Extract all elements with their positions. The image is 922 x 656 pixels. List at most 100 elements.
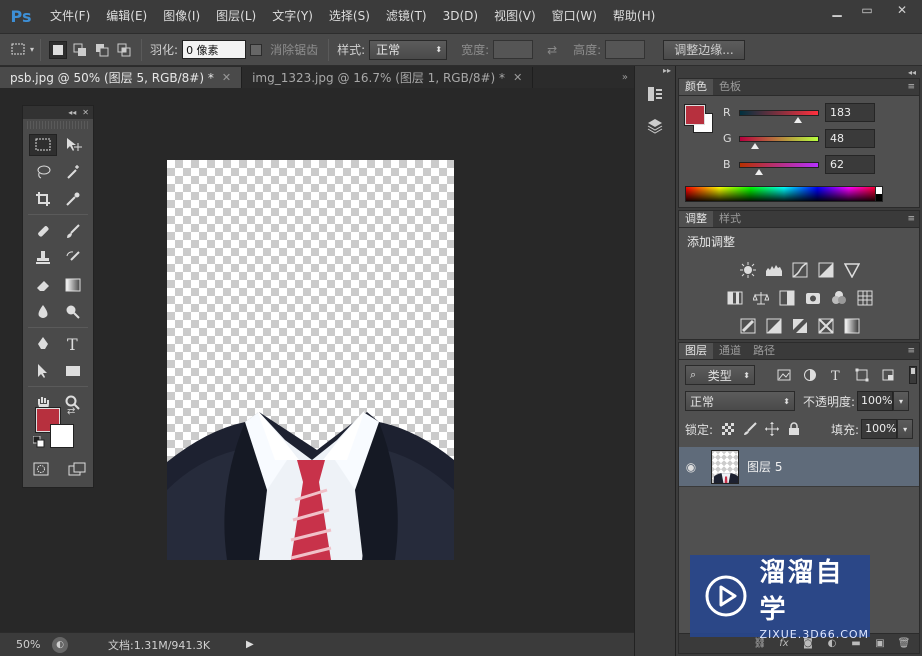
- eraser-tool-icon[interactable]: [29, 274, 57, 296]
- lock-all-icon[interactable]: [785, 420, 803, 438]
- r-slider-thumb[interactable]: [794, 116, 802, 123]
- panel-grip[interactable]: [27, 121, 89, 129]
- doc-tab-img1323[interactable]: img_1323.jpg @ 16.7% (图层 1, RGB/8#) * ✕: [242, 67, 534, 88]
- intersect-selection-icon[interactable]: [115, 41, 133, 59]
- foreground-color-swatch[interactable]: [685, 105, 705, 125]
- filter-toggle[interactable]: [909, 366, 917, 384]
- channel-mixer-icon[interactable]: [830, 289, 848, 307]
- rectangle-tool-icon[interactable]: [59, 360, 87, 382]
- black-white-icon[interactable]: [778, 289, 796, 307]
- color-lookup-icon[interactable]: [856, 289, 874, 307]
- delete-layer-icon[interactable]: 🗑: [897, 638, 911, 650]
- status-menu-arrow-icon[interactable]: ▶: [246, 639, 254, 650]
- color-balance-icon[interactable]: [752, 289, 770, 307]
- magic-wand-tool-icon[interactable]: [59, 161, 87, 183]
- blur-tool-icon[interactable]: [29, 301, 57, 323]
- minimize-button[interactable]: ▁: [822, 0, 852, 20]
- curves-icon[interactable]: [791, 261, 809, 279]
- filter-shape-icon[interactable]: [853, 366, 871, 384]
- eyedropper-tool-icon[interactable]: [59, 188, 87, 210]
- filter-type-icon[interactable]: T: [827, 366, 845, 384]
- collapse-icon[interactable]: ▸▸: [635, 66, 675, 76]
- swap-dimensions-icon[interactable]: ⇄: [543, 41, 561, 59]
- path-selection-tool-icon[interactable]: [29, 360, 57, 382]
- gradient-tool-icon[interactable]: [59, 274, 87, 296]
- threshold-icon[interactable]: [791, 317, 809, 335]
- close-icon[interactable]: ✕: [222, 71, 231, 84]
- style-select[interactable]: 正常 ⬍: [369, 39, 448, 60]
- photo-filter-icon[interactable]: [804, 289, 822, 307]
- screen-mode-icon[interactable]: [63, 458, 91, 480]
- lock-position-icon[interactable]: [763, 420, 781, 438]
- restore-button[interactable]: ▭: [852, 0, 882, 20]
- width-input[interactable]: [493, 40, 534, 59]
- b-slider[interactable]: [739, 161, 819, 175]
- blend-mode-select[interactable]: 正常 ⬍: [685, 391, 795, 411]
- feather-input[interactable]: 0 像素: [182, 40, 247, 59]
- tab-channels[interactable]: 通道: [713, 343, 747, 359]
- move-tool-icon[interactable]: [59, 134, 87, 156]
- chevron-down-icon[interactable]: ▾: [30, 45, 34, 54]
- add-selection-icon[interactable]: [71, 41, 89, 59]
- lock-pixels-icon[interactable]: [741, 420, 759, 438]
- height-input[interactable]: [605, 40, 646, 59]
- subtract-selection-icon[interactable]: [93, 41, 111, 59]
- menu-window[interactable]: 窗口(W): [544, 0, 605, 33]
- crop-tool-icon[interactable]: [29, 188, 57, 210]
- black-white-swatch[interactable]: [875, 186, 883, 202]
- tab-swatches[interactable]: 色板: [713, 79, 747, 95]
- hue-saturation-icon[interactable]: [726, 289, 744, 307]
- opacity-input[interactable]: 100%: [857, 391, 894, 411]
- menu-edit[interactable]: 编辑(E): [98, 0, 155, 33]
- layer-filter-select[interactable]: ⌕ 类型 ⬍: [685, 365, 755, 385]
- history-panel-icon[interactable]: [639, 80, 671, 108]
- tab-paths[interactable]: 路径: [747, 343, 781, 359]
- levels-icon[interactable]: [765, 261, 783, 279]
- panel-menu-icon[interactable]: ≡: [907, 346, 915, 356]
- menu-3d[interactable]: 3D(D): [435, 0, 486, 33]
- exposure-icon[interactable]: [817, 261, 835, 279]
- lasso-tool-icon[interactable]: [29, 161, 57, 183]
- posterize-icon[interactable]: [765, 317, 783, 335]
- panel-menu-icon[interactable]: ≡: [907, 214, 915, 224]
- clone-stamp-tool-icon[interactable]: [29, 247, 57, 269]
- panel-menu-icon[interactable]: ≡: [907, 82, 915, 92]
- menu-file[interactable]: 文件(F): [42, 0, 98, 33]
- tab-color[interactable]: 颜色: [679, 79, 713, 95]
- color-spectrum[interactable]: [685, 186, 883, 202]
- pen-tool-icon[interactable]: [29, 333, 57, 355]
- g-slider-thumb[interactable]: [751, 142, 759, 149]
- close-button[interactable]: ✕: [882, 0, 922, 20]
- filter-smart-object-icon[interactable]: [879, 366, 897, 384]
- menu-type[interactable]: 文字(Y): [264, 0, 321, 33]
- selective-color-icon[interactable]: [817, 317, 835, 335]
- new-layer-icon[interactable]: ▣: [873, 638, 887, 650]
- tabs-overflow-icon[interactable]: »: [533, 67, 634, 88]
- g-value[interactable]: 48: [825, 129, 875, 148]
- g-slider[interactable]: [739, 135, 819, 149]
- lock-transparent-icon[interactable]: [719, 420, 737, 438]
- antialias-checkbox[interactable]: [250, 43, 263, 56]
- menu-filter[interactable]: 滤镜(T): [378, 0, 435, 33]
- menu-help[interactable]: 帮助(H): [605, 0, 663, 33]
- layer-thumbnail[interactable]: [711, 449, 739, 484]
- dodge-tool-icon[interactable]: [59, 301, 87, 323]
- b-slider-thumb[interactable]: [755, 168, 763, 175]
- brush-tool-icon[interactable]: [59, 220, 87, 242]
- filter-pixel-icon[interactable]: [775, 366, 793, 384]
- collapse-icon[interactable]: ◂◂: [908, 68, 916, 77]
- r-slider[interactable]: [739, 109, 819, 123]
- new-selection-icon[interactable]: [49, 40, 68, 59]
- rectangular-marquee-tool-icon[interactable]: [29, 133, 57, 156]
- status-info-icon[interactable]: ◐: [52, 636, 68, 653]
- close-icon[interactable]: ✕: [513, 71, 522, 84]
- zoom-level[interactable]: 50%: [0, 638, 46, 651]
- canvas-area[interactable]: [0, 88, 634, 632]
- tab-adjustments[interactable]: 调整: [679, 211, 713, 227]
- opacity-dropdown-icon[interactable]: ▾: [893, 391, 910, 411]
- vibrance-icon[interactable]: [843, 261, 861, 279]
- background-color-swatch[interactable]: [50, 424, 74, 448]
- doc-tab-psb[interactable]: psb.jpg @ 50% (图层 5, RGB/8#) * ✕: [0, 67, 243, 88]
- tab-layers[interactable]: 图层: [679, 343, 713, 359]
- marquee-preset-icon[interactable]: [10, 41, 28, 59]
